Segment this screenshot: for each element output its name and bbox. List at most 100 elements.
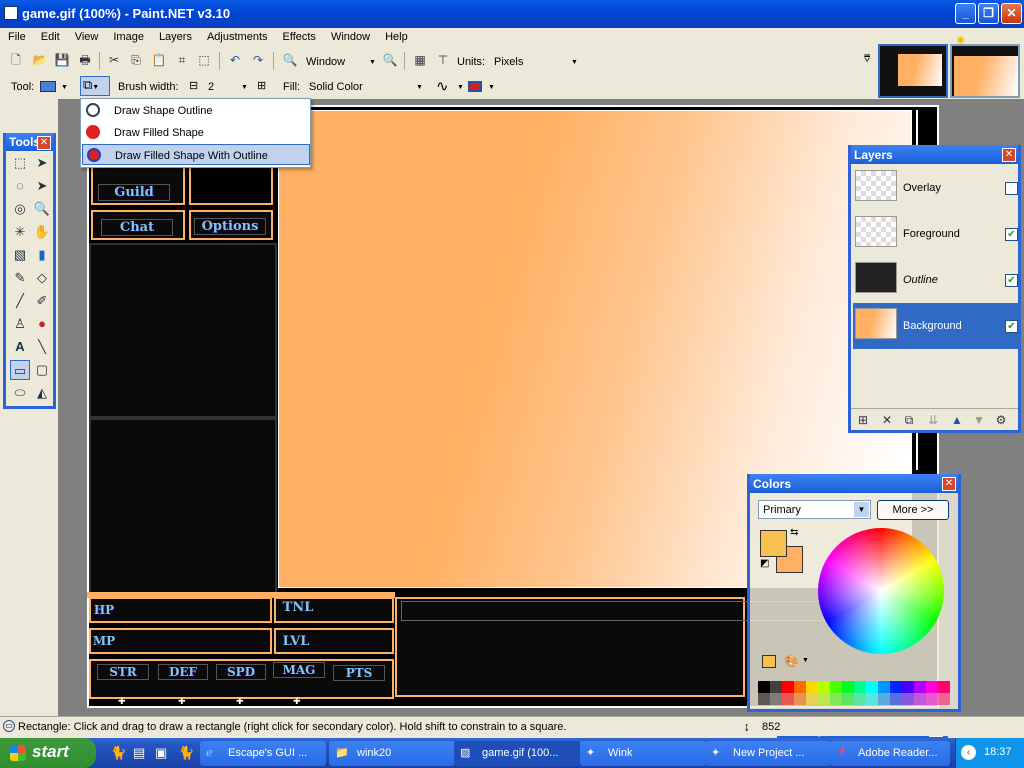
layer-visibility-checkbox[interactable]: ✔: [1005, 274, 1018, 287]
fill-dropdown[interactable]: Solid Color: [309, 81, 363, 93]
menu-adjustments[interactable]: Adjustments: [199, 28, 275, 43]
palette-swatch[interactable]: [794, 681, 806, 693]
lasso-select-icon[interactable]: ◌: [10, 176, 30, 196]
recolor-icon[interactable]: ●: [32, 314, 52, 334]
image-thumbnail-game[interactable]: [878, 44, 948, 98]
close-button[interactable]: ✕: [1001, 3, 1022, 24]
units-dropdown[interactable]: Pixels: [494, 56, 523, 68]
palette-swatch[interactable]: [830, 693, 842, 705]
palette-swatch[interactable]: [818, 693, 830, 705]
primary-color-swatch[interactable]: [760, 530, 787, 557]
palette-swatch[interactable]: [758, 693, 770, 705]
show-desktop-icon[interactable]: ▤: [133, 745, 145, 761]
palette-swatch[interactable]: [806, 681, 818, 693]
task-adobe-reader[interactable]: ⧩ Adobe Reader...: [830, 741, 950, 766]
ellipse-icon[interactable]: ⬭: [10, 383, 30, 403]
move-selection-icon[interactable]: ➤: [32, 153, 52, 173]
ellipse-select-icon[interactable]: ◎: [10, 199, 30, 219]
palette-swatch[interactable]: [902, 681, 914, 693]
zoom-dropdown[interactable]: Window: [306, 56, 345, 68]
close-icon[interactable]: ✕: [37, 136, 51, 150]
more-colors-button[interactable]: More >>: [877, 500, 949, 520]
move-layer-down-icon[interactable]: ▼: [971, 412, 987, 428]
close-icon[interactable]: ✕: [942, 477, 956, 491]
move-selected-icon[interactable]: ➤: [32, 176, 52, 196]
draw-shape-outline-item[interactable]: Draw Shape Outline: [82, 100, 310, 121]
color-wheel[interactable]: [818, 528, 944, 654]
delete-layer-icon[interactable]: ✕: [879, 412, 895, 428]
chevron-down-icon[interactable]: ▼: [488, 84, 495, 91]
palette-swatch[interactable]: [914, 693, 926, 705]
print-icon[interactable]: 🖶: [77, 52, 93, 68]
save-icon[interactable]: 💾: [54, 52, 70, 68]
rectangle-icon[interactable]: ▭: [10, 360, 30, 380]
duplicate-layer-icon[interactable]: ⧉: [901, 412, 917, 428]
palette-swatch[interactable]: [866, 681, 878, 693]
color-mode-dropdown[interactable]: Primary ▼: [758, 500, 871, 519]
layer-visibility-checkbox[interactable]: ✔: [1005, 228, 1018, 241]
task-wink20[interactable]: 📁 wink20: [329, 741, 455, 766]
palette-swatch[interactable]: [878, 681, 890, 693]
brush-width-increase-icon[interactable]: ⊞: [257, 79, 266, 92]
menu-image[interactable]: Image: [105, 28, 151, 43]
paint-bucket-icon[interactable]: ▧: [10, 245, 30, 265]
palette-swatch[interactable]: [818, 681, 830, 693]
crop-icon[interactable]: ⌗: [174, 52, 190, 68]
chevron-down-icon[interactable]: ▼: [802, 657, 809, 664]
layer-outline[interactable]: Outline ✔: [853, 257, 1020, 303]
pan-icon[interactable]: ✋: [32, 222, 52, 242]
palette-swatch[interactable]: [938, 693, 950, 705]
thumbnail-menu-icon[interactable]: ⩢: [864, 54, 870, 65]
task-escape-gui[interactable]: ℯ Escape's GUI ...: [200, 741, 326, 766]
line-icon[interactable]: ╲: [32, 337, 52, 357]
layer-foreground[interactable]: Foreground ✔: [853, 211, 1020, 257]
move-layer-up-icon[interactable]: ▲: [949, 412, 965, 428]
blend-mode-icon[interactable]: [468, 81, 482, 92]
draw-filled-shape-item[interactable]: Draw Filled Shape: [82, 122, 310, 143]
merge-layer-icon[interactable]: ⇊: [925, 412, 941, 428]
pencil-icon[interactable]: ╱: [10, 291, 30, 311]
antialiasing-icon[interactable]: ∿: [436, 77, 449, 95]
palette-swatch[interactable]: [854, 681, 866, 693]
add-layer-icon[interactable]: ⊞: [855, 412, 871, 428]
quicklaunch-icon[interactable]: 🐈: [110, 745, 126, 761]
start-button[interactable]: start: [0, 738, 96, 768]
palette-swatch[interactable]: [770, 681, 782, 693]
maximize-button[interactable]: ❐: [978, 3, 999, 24]
paste-icon[interactable]: 📋: [151, 52, 167, 68]
menu-window[interactable]: Window: [323, 28, 377, 43]
task-new-project[interactable]: ✦ New Project ...: [705, 741, 831, 766]
palette-swatch[interactable]: [926, 693, 938, 705]
palette-swatch[interactable]: [758, 681, 770, 693]
color-picker-icon[interactable]: ✐: [32, 291, 52, 311]
freeform-shape-icon[interactable]: ◭: [32, 383, 52, 403]
palette-swatch[interactable]: [806, 693, 818, 705]
palette-swatch[interactable]: [770, 693, 782, 705]
layer-visibility-checkbox[interactable]: ✔: [1005, 320, 1018, 333]
quicklaunch-icon[interactable]: ▣: [155, 745, 167, 761]
reset-colors-icon[interactable]: ◩: [760, 558, 769, 569]
redo-icon[interactable]: ↷: [250, 52, 266, 68]
brush-width-value[interactable]: 2: [208, 81, 214, 93]
copy-icon[interactable]: ⎘: [128, 52, 144, 68]
text-icon[interactable]: A: [10, 337, 30, 357]
ruler-icon[interactable]: ⊤: [435, 52, 451, 68]
menu-view[interactable]: View: [67, 28, 106, 43]
zoom-icon[interactable]: 🔍: [32, 199, 52, 219]
layer-properties-icon[interactable]: ⚙: [993, 412, 1009, 428]
chevron-down-icon[interactable]: ▼: [854, 502, 869, 517]
zoom-in-icon[interactable]: 🔍: [382, 52, 398, 68]
palette-swatch[interactable]: [794, 693, 806, 705]
palette-swatch[interactable]: [842, 681, 854, 693]
deselect-icon[interactable]: ⬚: [196, 52, 212, 68]
palette-swatch[interactable]: [890, 693, 902, 705]
palette-swatch[interactable]: [914, 681, 926, 693]
layer-background[interactable]: Background ✔: [853, 303, 1020, 349]
clone-stamp-icon[interactable]: ♙: [10, 314, 30, 334]
rounded-rectangle-icon[interactable]: ▢: [32, 360, 52, 380]
palette-swatch[interactable]: [902, 693, 914, 705]
palette-swatch[interactable]: [878, 693, 890, 705]
cut-icon[interactable]: ✂: [106, 52, 122, 68]
menu-effects[interactable]: Effects: [275, 28, 323, 43]
tray-expand-icon[interactable]: ‹: [961, 745, 976, 760]
